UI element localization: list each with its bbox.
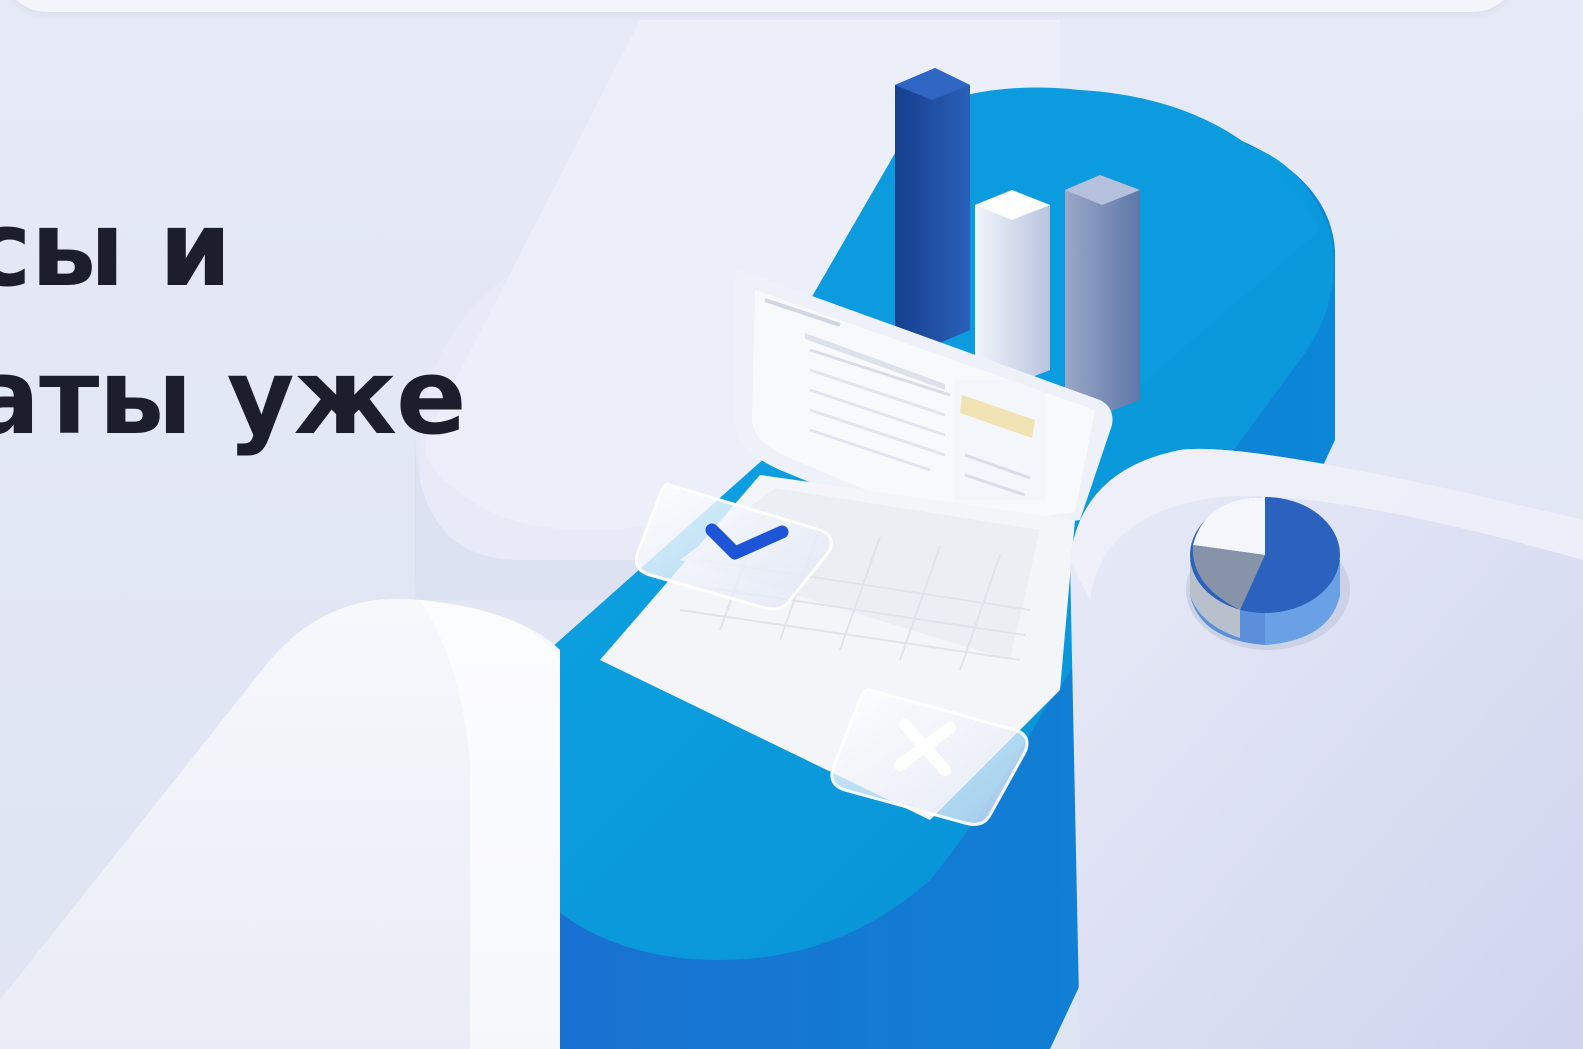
- hero-headline-line2: аты уже: [0, 336, 467, 458]
- promo-banner: сы и аты уже: [0, 0, 1583, 1049]
- hero-headline-line1: сы и: [0, 188, 232, 310]
- hero-headline: сы и аты уже: [0, 175, 467, 471]
- hero-illustration: [0, 20, 1583, 1049]
